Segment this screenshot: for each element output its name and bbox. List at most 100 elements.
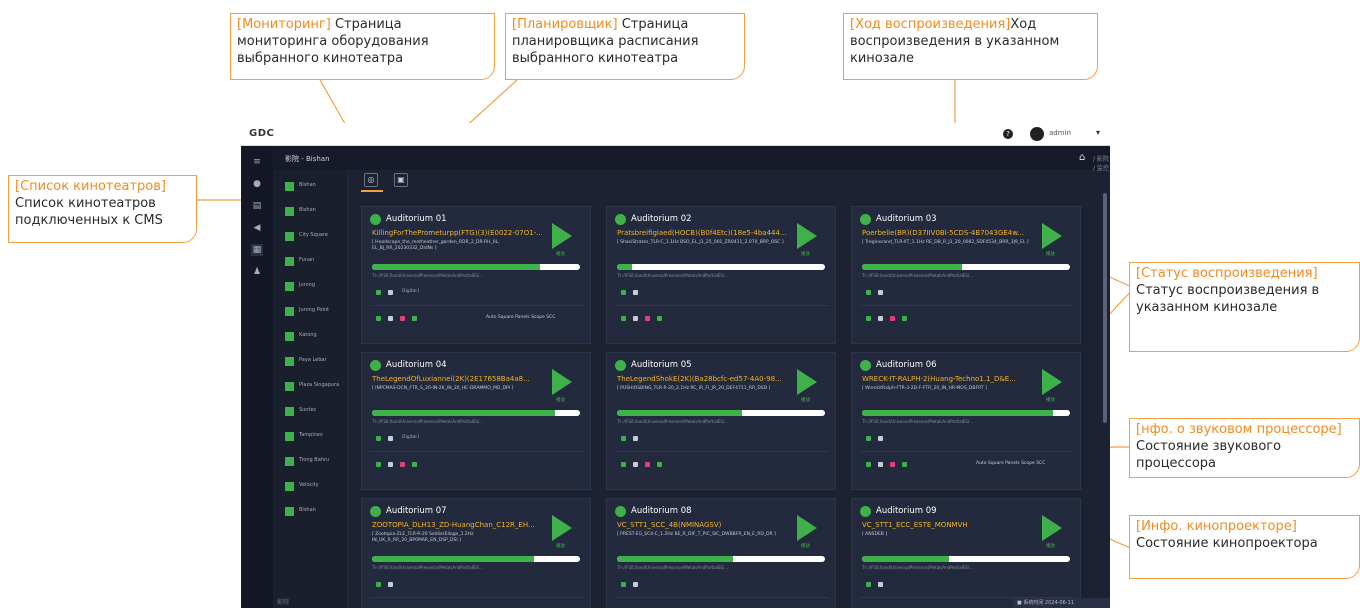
user-avatar-icon[interactable] xyxy=(1030,127,1044,141)
sound-alert-icon xyxy=(400,462,405,467)
film-icon[interactable]: ▤ xyxy=(251,200,263,212)
cinema-list-item[interactable]: Tiong Bahru xyxy=(285,455,345,469)
auditorium-name: Auditorium 01 xyxy=(386,214,447,224)
play-status-label: 播放 xyxy=(1046,252,1055,257)
dashboard-icon[interactable]: ● xyxy=(251,178,263,190)
auditorium-card[interactable]: Auditorium 06 WRECK-IT-RALPH-2(Huang-Tech… xyxy=(851,352,1081,490)
home-icon[interactable]: ⌂ xyxy=(1079,152,1085,163)
progress-fill xyxy=(862,264,962,270)
sound-icon[interactable]: ◀ xyxy=(251,222,263,234)
sound-channel-icon xyxy=(388,316,393,321)
cinema-list-item[interactable]: Bishan xyxy=(285,505,345,519)
help-icon[interactable]: ? xyxy=(1003,129,1013,139)
progress-path: TI-://FS0:/land/UniversalPresence/Metals… xyxy=(372,565,483,570)
sound-alert-icon xyxy=(645,316,650,321)
auditorium-card[interactable]: Auditorium 04 TheLegendOfLuxiannei(2K)(2E… xyxy=(361,352,591,490)
projector-lamp-icon xyxy=(633,582,638,587)
auditorium-card[interactable]: Auditorium 01 KillingForThePrometurpp(FTG… xyxy=(361,206,591,344)
cinema-list-item[interactable]: Jurong xyxy=(285,280,345,294)
play-status-icon[interactable] xyxy=(797,223,817,249)
play-status-icon[interactable] xyxy=(552,515,572,541)
card-divider xyxy=(615,305,829,306)
cinema-list-item[interactable]: Bishan xyxy=(285,205,345,219)
play-status-icon[interactable] xyxy=(1042,369,1062,395)
tab-planner[interactable]: ▣ xyxy=(394,173,408,187)
cinema-list-item[interactable]: Velocity xyxy=(285,480,345,494)
progress-bar xyxy=(617,410,825,416)
card-divider xyxy=(615,451,829,452)
playlist-meta: [ Headscape_the_metheother_garden_RDR_2_… xyxy=(372,240,500,251)
auditorium-card[interactable]: Auditorium 09 VC_STT1_ECC_ESTE_MONMVH [ AN… xyxy=(851,498,1081,608)
cinema-list-footer: 影院 xyxy=(277,599,290,606)
card-divider xyxy=(860,451,1074,452)
scrollbar[interactable] xyxy=(1103,193,1107,423)
breadcrumb[interactable]: / 影院 / 监控 xyxy=(1093,154,1110,172)
movie-title[interactable]: Pratsbreifigiaed(HOCB)(B0f4Etc)(18e5-4ba… xyxy=(617,229,787,237)
movie-title[interactable]: TheLegendOfLuxiannei(2K)(2E17658Ba4a8... xyxy=(372,375,542,383)
projector-lamp-icon xyxy=(633,436,638,441)
callout-sound-text: Состояние звукового процессора xyxy=(1136,439,1282,471)
movie-title[interactable]: VC_STT1_SCC_4B(NMINAGSV) xyxy=(617,521,787,529)
auditorium-card[interactable]: Auditorium 05 TheLegendShokE(2K)(Ba28bcfc… xyxy=(606,352,836,490)
cinema-list-item[interactable]: Bishan xyxy=(285,180,345,194)
card-divider xyxy=(860,305,1074,306)
cinema-list-item[interactable]: City Square xyxy=(285,230,345,244)
progress-bar xyxy=(862,410,1070,416)
user-name[interactable]: admin xyxy=(1049,129,1071,137)
projector-lamp-icon xyxy=(388,582,393,587)
auditorium-name: Auditorium 02 xyxy=(631,214,692,224)
tab-monitoring[interactable]: ◎ xyxy=(364,173,378,187)
projector-ok-icon xyxy=(621,436,626,441)
auditorium-card[interactable]: Auditorium 07 ZOOTOPIA_DLH13_ZD-HuangChan… xyxy=(361,498,591,608)
auditorium-card[interactable]: Auditorium 08 VC_STT1_SCC_4B(NMINAGSV) [ P… xyxy=(606,498,836,608)
sound-ok-icon xyxy=(376,462,381,467)
projector-ok-icon xyxy=(621,290,626,295)
menu-icon[interactable]: ≡ xyxy=(251,156,263,168)
progress-fill xyxy=(372,264,541,270)
sound-level-icon xyxy=(902,316,907,321)
cinema-list-item[interactable]: Katong xyxy=(285,330,345,344)
play-status-icon[interactable] xyxy=(1042,515,1062,541)
auditorium-card[interactable]: Auditorium 03 Poerbelie(BR)(D37IIV0Bl-5CD… xyxy=(851,206,1081,344)
play-status-icon[interactable] xyxy=(797,515,817,541)
cinema-list-item[interactable]: Funan xyxy=(285,255,345,269)
auditorium-name: Auditorium 07 xyxy=(386,506,447,516)
auditorium-card[interactable]: Auditorium 02 Pratsbreifigiaed(HOCB)(B0f4… xyxy=(606,206,836,344)
playlist-meta: [ ANSDEB ] xyxy=(862,532,888,537)
movie-title[interactable]: VC_STT1_ECC_ESTE_MONMVH xyxy=(862,521,1032,529)
status-indicator xyxy=(370,360,381,371)
movie-title[interactable]: Poerbelie(BR)(D37IIV0Bl-5CDS-4B7043GE4w.… xyxy=(862,229,1032,237)
card-divider xyxy=(370,305,584,306)
gdc-logo: GDC xyxy=(249,128,275,139)
callout-planner-tag: [Планировщик] xyxy=(512,17,618,32)
progress-path: TI-://FS0:/land/UniversalPresence/Metals… xyxy=(862,565,973,570)
callout-sound: [нфо. о звуковом процессоре] Состояние зв… xyxy=(1129,418,1360,478)
progress-path: TI-://FS0:/land/UniversalPresence/Metals… xyxy=(862,419,973,424)
cinema-list-item[interactable]: Tampines xyxy=(285,430,345,444)
movie-title[interactable]: WRECK-IT-RALPH-2(Huang-Techno1.1_D&E... xyxy=(862,375,1032,383)
side-icon-bar: ≡ ● ▤ ◀ ▦ ♟ xyxy=(241,146,273,608)
user-icon[interactable]: ♟ xyxy=(251,266,263,278)
projector-lamp-icon xyxy=(878,290,883,295)
play-status-icon[interactable] xyxy=(1042,223,1062,249)
play-status-icon[interactable] xyxy=(552,223,572,249)
callout-progress: [Ход воспроизведения]Ход воспроизведения… xyxy=(843,13,1098,80)
movie-title[interactable]: TheLegendShokE(2K)(Ba28bcfc-ed57-4A0-98.… xyxy=(617,375,787,383)
sound-channel-icon xyxy=(633,316,638,321)
sound-format: Auto Square Panels Scope SCC xyxy=(486,315,556,320)
cinema-list: Bishan Bishan City Square Funan Jurong J… xyxy=(273,170,348,608)
play-status-icon[interactable] xyxy=(797,369,817,395)
movie-title[interactable]: ZOOTOPIA_DLH13_ZD-HuangChan_C12R_EH... xyxy=(372,521,542,529)
movie-title[interactable]: KillingForThePrometurpp(FTG)(3)(E0022-07… xyxy=(372,229,542,237)
sound-format: Auto Square Panels Scope SCC xyxy=(976,461,1046,466)
chevron-down-icon[interactable]: ▾ xyxy=(1096,128,1100,137)
cinema-list-item[interactable]: Paya Lebar xyxy=(285,355,345,369)
play-status-icon[interactable] xyxy=(552,369,572,395)
sound-ok-icon xyxy=(621,316,626,321)
cinema-list-item[interactable]: Plaza Singapura xyxy=(285,380,345,394)
progress-fill xyxy=(617,556,734,562)
progress-path: TI-://FS0:/land/UniversalPresence/Metals… xyxy=(372,273,483,278)
cinema-list-item[interactable]: Suntec xyxy=(285,405,345,419)
cinema-icon[interactable]: ▦ xyxy=(251,244,263,256)
cinema-list-item[interactable]: Jurong Point xyxy=(285,305,345,319)
